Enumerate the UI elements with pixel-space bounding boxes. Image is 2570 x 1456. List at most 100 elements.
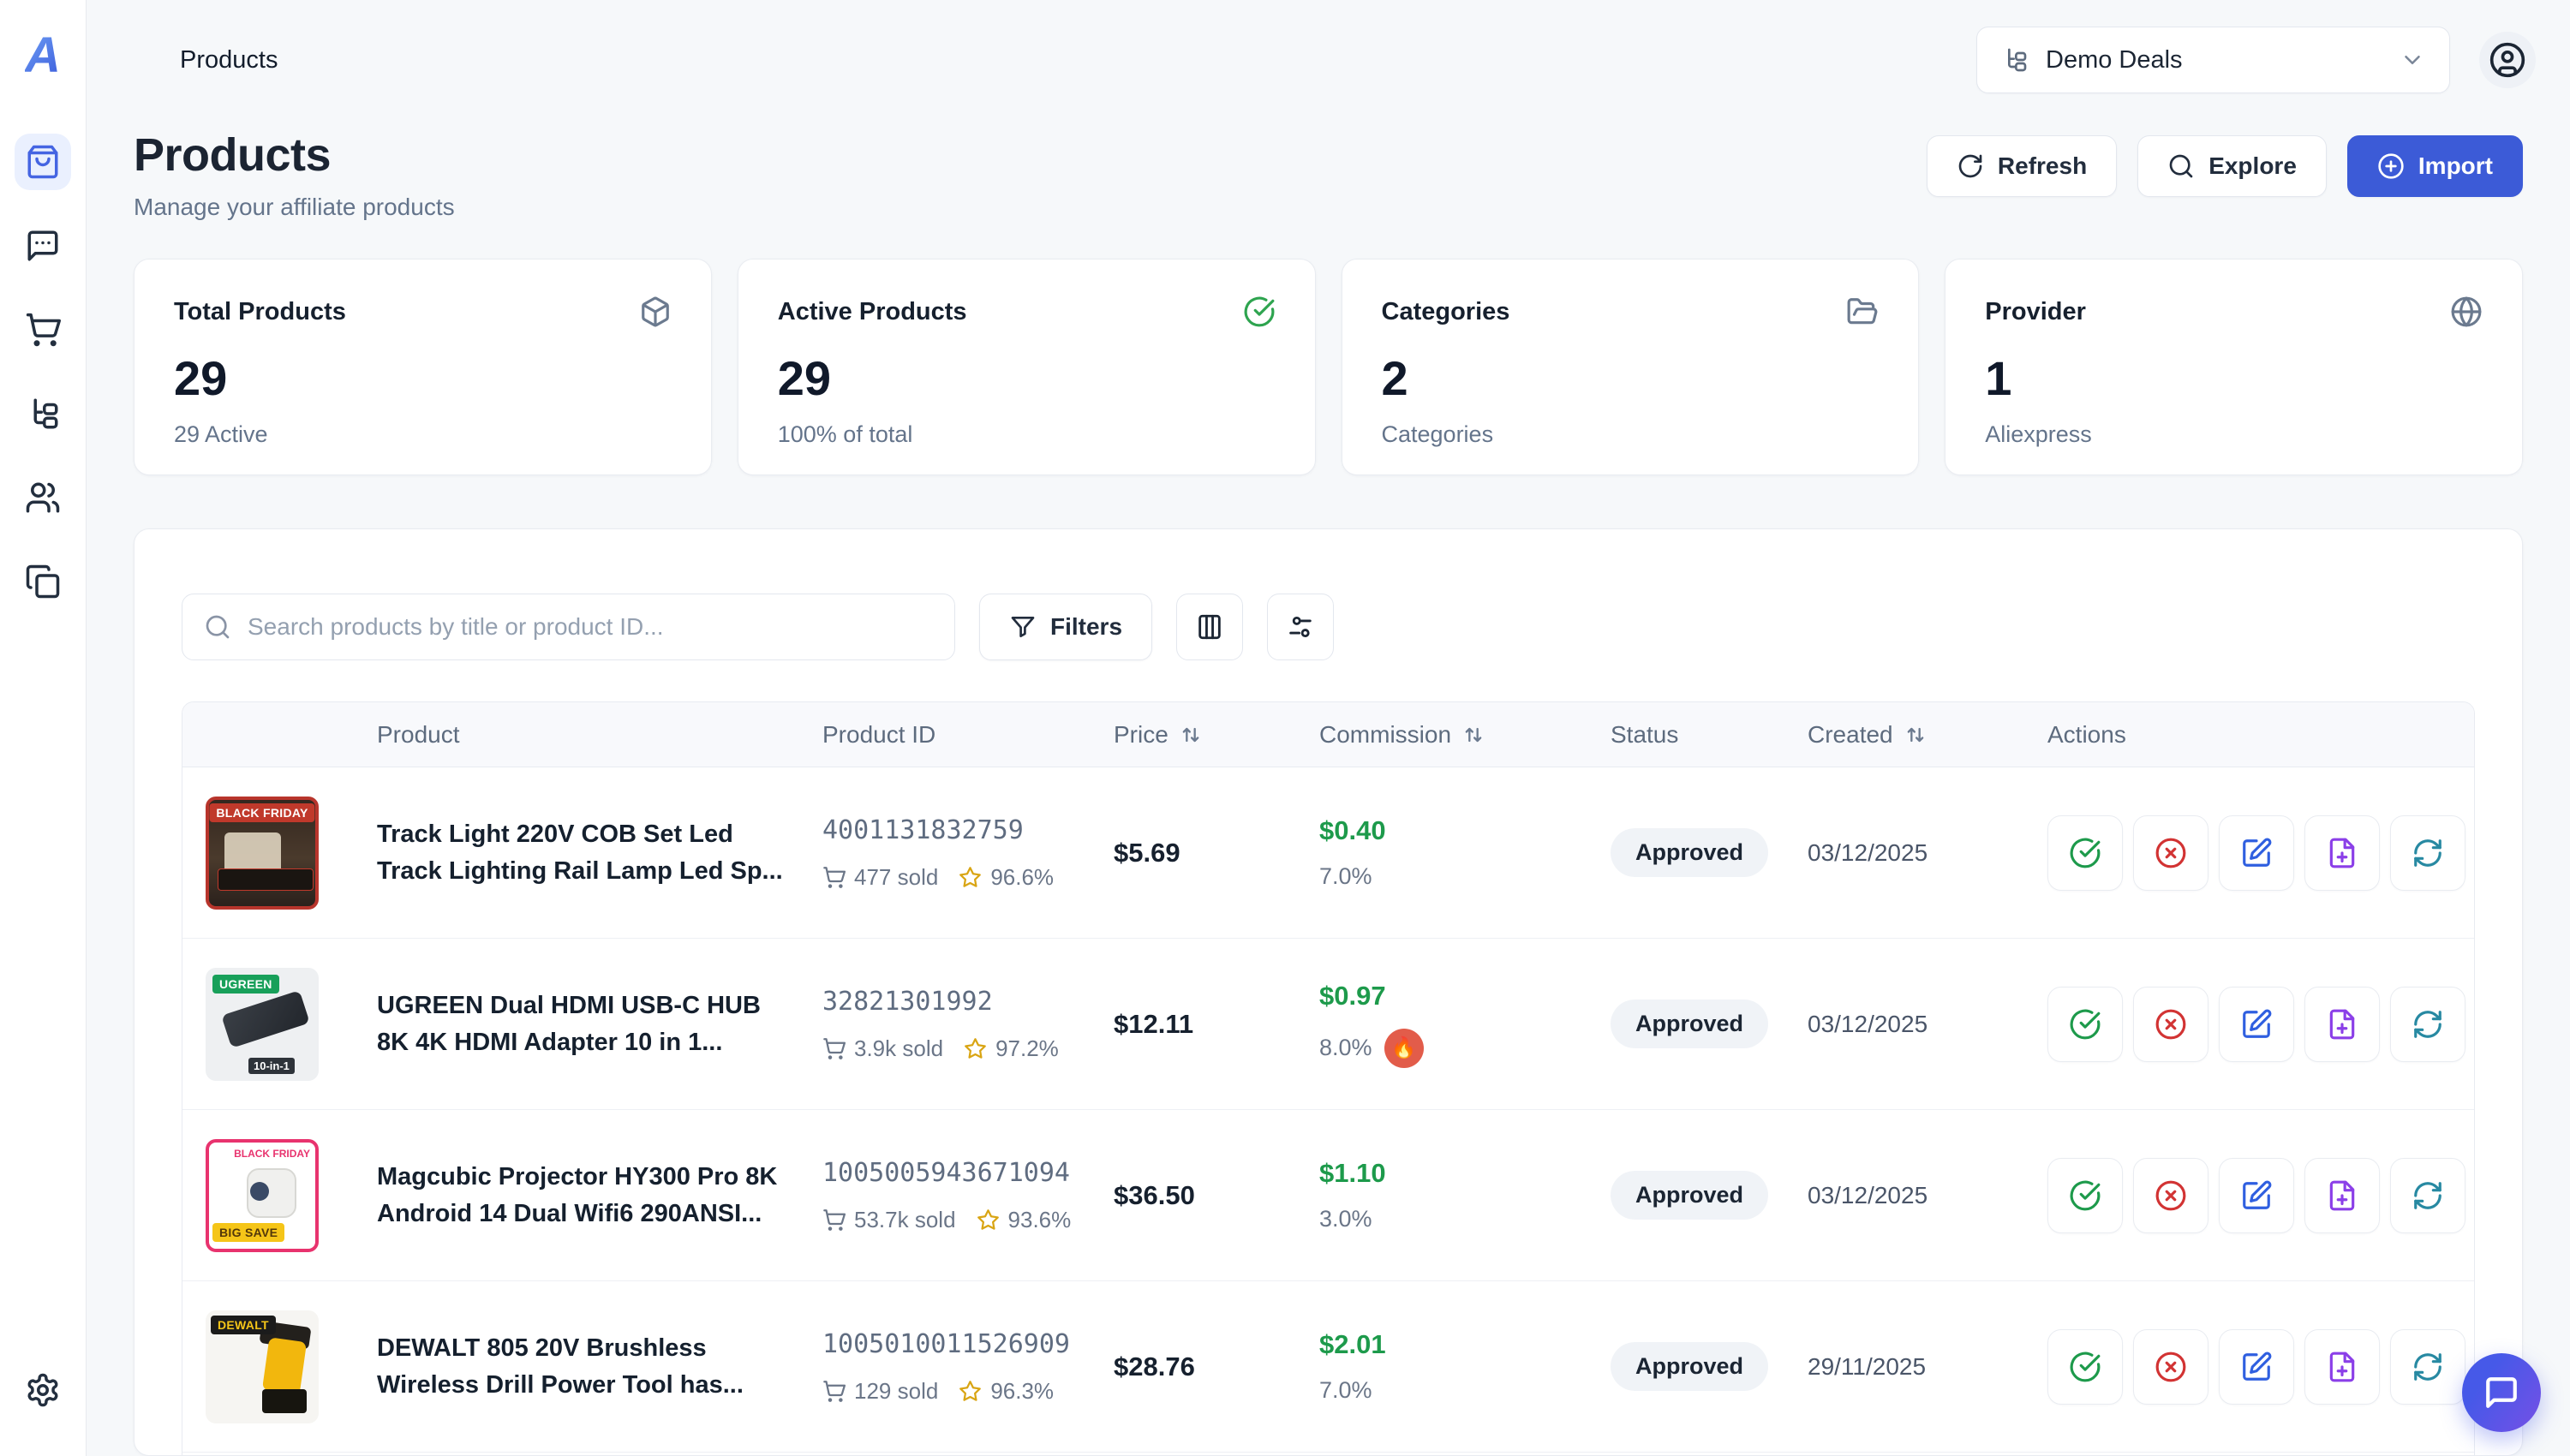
sidebar-item-pages[interactable] — [15, 553, 71, 610]
col-actions: Actions — [2037, 721, 2474, 749]
sidebar: A — [0, 0, 87, 1456]
sync-button[interactable] — [2390, 987, 2465, 1062]
columns-button[interactable] — [1176, 594, 1243, 660]
sidebar-item-orders[interactable] — [15, 301, 71, 358]
cart-icon — [822, 1208, 846, 1232]
product-id-link[interactable]: 32821301992 — [822, 987, 1103, 1017]
file-plus-button[interactable] — [2304, 815, 2380, 891]
stat-value: 1 — [1985, 350, 2483, 406]
stat-value: 29 — [778, 350, 1276, 406]
app-logo[interactable]: A — [25, 31, 61, 81]
col-price[interactable]: Price — [1103, 721, 1309, 749]
stat-label: Categories — [1382, 298, 1510, 326]
import-button[interactable]: Import — [2347, 135, 2523, 197]
sync-icon — [2412, 1179, 2444, 1212]
product-id-link[interactable]: 1005005943671094 — [822, 1158, 1103, 1188]
file-plus-icon — [2326, 1179, 2358, 1212]
product-thumbnail[interactable]: BLACK FRIDAY — [206, 797, 319, 910]
import-label: Import — [2418, 152, 2493, 180]
status-badge: Approved — [1611, 1171, 1768, 1220]
chat-fab[interactable] — [2462, 1353, 2541, 1432]
col-created[interactable]: Created — [1797, 721, 2037, 749]
commission-amount: $0.40 — [1319, 815, 1600, 846]
row-actions — [2037, 1158, 2475, 1233]
filters-button[interactable]: Filters — [979, 594, 1152, 660]
search-box — [182, 594, 955, 660]
file-plus-button[interactable] — [2304, 1158, 2380, 1233]
edit-icon — [2240, 837, 2273, 869]
edit-icon — [2240, 1179, 2273, 1212]
table-row — [182, 1453, 2474, 1456]
sidebar-item-products[interactable] — [15, 134, 71, 190]
users-icon — [25, 480, 61, 516]
table-settings-button[interactable] — [1267, 594, 1334, 660]
product-id-link[interactable]: 1005010011526909 — [822, 1329, 1103, 1359]
reject-button[interactable] — [2133, 1158, 2208, 1233]
sold-count: 53.7k sold — [854, 1207, 956, 1233]
edit-button[interactable] — [2219, 1158, 2294, 1233]
product-title[interactable]: Magcubic Projector HY300 Pro 8K Android … — [377, 1159, 788, 1232]
reject-button[interactable] — [2133, 1329, 2208, 1405]
table-row: BLACK FRIDAY BIG SAVE Magcubic Projector… — [182, 1110, 2474, 1281]
search-input[interactable] — [182, 594, 955, 660]
hot-badge: 🔥 — [1384, 1029, 1424, 1068]
workspace-selector[interactable]: Demo Deals — [1976, 27, 2450, 93]
approve-button[interactable] — [2047, 815, 2123, 891]
shopping-bag-icon — [25, 144, 61, 180]
chat-bubble-icon — [2483, 1375, 2519, 1411]
product-title[interactable]: DEWALT 805 20V Brushless Wireless Drill … — [377, 1330, 788, 1404]
product-title[interactable]: Track Light 220V COB Set Led Track Light… — [377, 816, 788, 890]
row-actions — [2037, 815, 2475, 891]
workspace-name: Demo Deals — [2046, 46, 2382, 75]
x-circle-icon — [2155, 1008, 2187, 1041]
sidebar-item-campaigns[interactable] — [15, 385, 71, 442]
sidebar-item-settings[interactable] — [15, 1362, 71, 1418]
stat-sub: Categories — [1382, 421, 1880, 448]
sync-button[interactable] — [2390, 1329, 2465, 1405]
col-commission[interactable]: Commission — [1309, 721, 1600, 749]
reject-button[interactable] — [2133, 815, 2208, 891]
file-plus-button[interactable] — [2304, 987, 2380, 1062]
x-circle-icon — [2155, 837, 2187, 869]
sidebar-item-messages[interactable] — [15, 218, 71, 274]
commission-rate: 7.0% — [1319, 1377, 1372, 1404]
product-id-link[interactable]: 4001131832759 — [822, 815, 1103, 845]
approve-button[interactable] — [2047, 1329, 2123, 1405]
sync-button[interactable] — [2390, 815, 2465, 891]
sidebar-item-affiliates[interactable] — [15, 469, 71, 526]
edit-button[interactable] — [2219, 987, 2294, 1062]
status-badge: Approved — [1611, 828, 1768, 877]
rating-value: 96.3% — [990, 1378, 1054, 1405]
rating-value: 96.6% — [990, 864, 1054, 891]
reject-button[interactable] — [2133, 987, 2208, 1062]
file-plus-button[interactable] — [2304, 1329, 2380, 1405]
products-panel: Filters Product Product ID Price — [134, 528, 2523, 1456]
stat-label: Active Products — [778, 298, 967, 326]
file-plus-icon — [2326, 837, 2358, 869]
commission-rate: 7.0% — [1319, 863, 1372, 890]
star-icon — [959, 1380, 982, 1403]
sync-button[interactable] — [2390, 1158, 2465, 1233]
edit-button[interactable] — [2219, 815, 2294, 891]
product-thumbnail[interactable]: DEWALT — [206, 1310, 319, 1423]
star-icon — [977, 1208, 1000, 1232]
stat-label: Provider — [1985, 298, 2086, 326]
chevron-down-icon — [2400, 47, 2425, 73]
products-table: Product Product ID Price Commission Stat… — [182, 701, 2475, 1456]
explore-button[interactable]: Explore — [2137, 135, 2327, 197]
approve-button[interactable] — [2047, 1158, 2123, 1233]
refresh-button[interactable]: Refresh — [1927, 135, 2117, 197]
edit-button[interactable] — [2219, 1329, 2294, 1405]
sync-icon — [2412, 837, 2444, 869]
product-title[interactable]: UGREEN Dual HDMI USB-C HUB 8K 4K HDMI Ad… — [377, 988, 788, 1061]
approve-button[interactable] — [2047, 987, 2123, 1062]
search-icon — [2167, 152, 2195, 180]
topbar: Products Demo Deals — [87, 0, 2570, 120]
product-thumbnail[interactable]: BLACK FRIDAY BIG SAVE — [206, 1139, 319, 1252]
commission-rate: 3.0% — [1319, 1206, 1372, 1232]
sold-count: 129 sold — [854, 1378, 938, 1405]
check-circle-icon — [2069, 837, 2101, 869]
explore-label: Explore — [2208, 152, 2297, 180]
avatar[interactable] — [2479, 32, 2536, 88]
product-thumbnail[interactable]: 10-in-1 UGREEN — [206, 968, 319, 1081]
